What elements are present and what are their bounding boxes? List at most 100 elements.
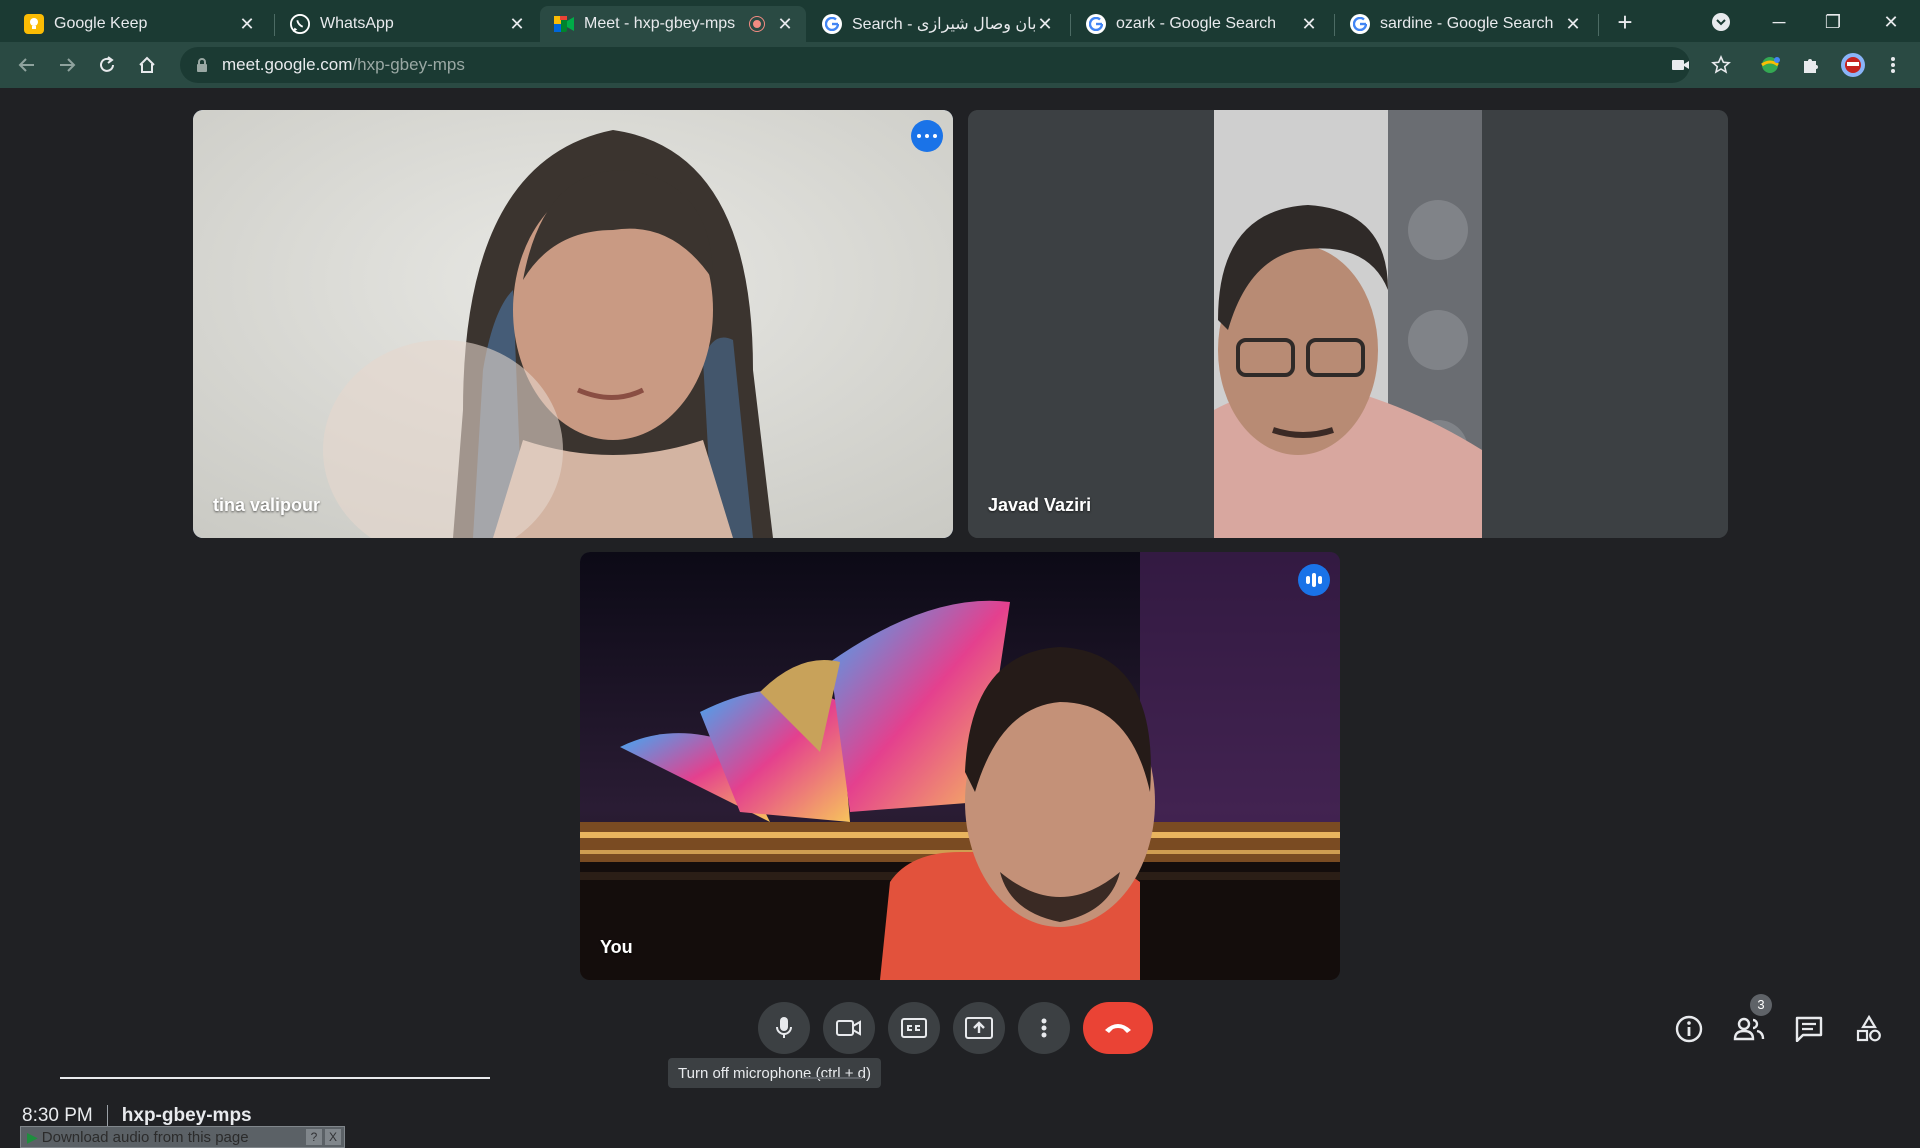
tab-search-button[interactable] (1698, 6, 1744, 38)
new-tab-button[interactable]: + (1612, 9, 1638, 36)
shapes-icon (1856, 1015, 1881, 1042)
divider (106, 1105, 108, 1127)
address-bar[interactable]: meet.google.com/hxp-gbey-mps (180, 47, 1690, 83)
meet-icon (554, 14, 574, 34)
participant-name: tina valipour (213, 495, 321, 515)
more-options-button[interactable] (1018, 1002, 1070, 1054)
tab-label: Meet - hxp-gbey-mps (584, 15, 736, 32)
tab-label: Search - خیابان وصال شیرازی (852, 16, 1036, 33)
help-button[interactable]: ? (306, 1129, 322, 1145)
vertical-dots-icon (1891, 57, 1895, 73)
back-button[interactable] (12, 50, 42, 80)
participant-tile-tina[interactable]: tina valipour (193, 110, 953, 538)
browser-menu-button[interactable] (1878, 50, 1908, 80)
tab-ozark[interactable]: ozark - Google Search ✕ (1072, 6, 1330, 42)
participant-tile-javad[interactable]: Javad Vaziri (968, 110, 1728, 538)
meet-stage: tina valipour Javad Vaziri You Turn off … (0, 88, 1920, 1148)
minimize-button[interactable]: ─ (1756, 6, 1802, 38)
dot (933, 134, 937, 138)
keep-icon (24, 14, 44, 34)
home-icon (139, 56, 155, 73)
meeting-details-button[interactable] (1672, 1012, 1706, 1046)
browser-toolbar: meet.google.com/hxp-gbey-mps (0, 42, 1920, 88)
close-tab-icon[interactable]: ✕ (1300, 15, 1318, 33)
leave-call-button[interactable] (1083, 1002, 1153, 1054)
camera-button[interactable] (823, 1002, 875, 1054)
tab-divider (274, 14, 275, 36)
activities-button[interactable] (1852, 1012, 1886, 1046)
restore-button[interactable]: ❐ (1810, 6, 1856, 38)
participant-tile-self[interactable]: You (580, 552, 1340, 980)
people-icon (1733, 1017, 1765, 1041)
close-tab-icon[interactable]: ✕ (1564, 15, 1582, 33)
close-tab-icon[interactable]: ✕ (1036, 15, 1054, 33)
progress-line (60, 1077, 490, 1079)
close-tab-icon[interactable]: ✕ (776, 15, 794, 33)
reload-icon (100, 56, 114, 72)
participant-video (968, 110, 1728, 538)
chat-icon (1795, 1016, 1823, 1042)
whatsapp-icon (290, 14, 310, 34)
globe-extension-icon (1761, 57, 1780, 73)
tab-label: WhatsApp (320, 15, 394, 32)
tab-strip: Google Keep ✕ WhatsApp ✕ Meet - hxp-gbey… (0, 0, 1920, 42)
vertical-dots-icon (1041, 1018, 1047, 1038)
microphone-button[interactable] (758, 1002, 810, 1054)
lock-icon[interactable] (196, 58, 208, 72)
close-tab-icon[interactable]: ✕ (238, 15, 256, 33)
captions-button[interactable] (888, 1002, 940, 1054)
closed-captions-icon (901, 1018, 927, 1038)
participant-video (193, 110, 953, 538)
audio-bar (1312, 573, 1316, 587)
people-button[interactable] (1732, 1012, 1766, 1046)
microphone-tooltip: Turn off microphone (ctrl + d) (668, 1058, 881, 1088)
meeting-info: 8:30 PM hxp-gbey-mps (22, 1104, 252, 1128)
download-audio-label[interactable]: Download audio from this page (42, 1129, 306, 1146)
tab-google-keep[interactable]: Google Keep ✕ (10, 6, 268, 42)
progress-marker (802, 1077, 862, 1079)
people-count-badge: 3 (1750, 994, 1772, 1016)
tab-divider (1070, 14, 1071, 36)
present-now-button[interactable] (953, 1002, 1005, 1054)
info-icon (1675, 1015, 1703, 1043)
microphone-icon (776, 1017, 792, 1038)
forward-button[interactable] (52, 50, 82, 80)
tab-whatsapp[interactable]: WhatsApp ✕ (276, 6, 538, 42)
audio-level-icon (1298, 564, 1330, 596)
tab-divider (1598, 14, 1599, 36)
audio-bar (1318, 576, 1322, 584)
close-window-button[interactable]: ✕ (1868, 6, 1914, 38)
close-tab-icon[interactable]: ✕ (508, 15, 526, 33)
reload-button[interactable] (92, 50, 122, 80)
meeting-time: 8:30 PM (22, 1105, 93, 1126)
tab-meet[interactable]: Meet - hxp-gbey-mps ✕ (540, 6, 806, 42)
video-camera-icon (836, 1020, 861, 1036)
video-camera-icon (1672, 60, 1689, 70)
avatar (1841, 53, 1865, 77)
participant-video (580, 552, 1340, 980)
chat-button[interactable] (1792, 1012, 1826, 1046)
star-icon (1711, 55, 1731, 74)
camera-in-use-button[interactable] (1666, 50, 1696, 80)
tab-label: sardine - Google Search (1380, 15, 1554, 32)
participant-name: Javad Vaziri (988, 495, 1092, 515)
url-text: meet.google.com/hxp-gbey-mps (222, 55, 465, 75)
download-audio-bar[interactable]: ▶ Download audio from this page ? X (20, 1126, 345, 1148)
profile-button[interactable] (1838, 50, 1868, 80)
present-screen-icon (965, 1017, 993, 1039)
arrow-right-icon (60, 58, 76, 72)
extension-button[interactable] (1756, 50, 1786, 80)
tab-sardine[interactable]: sardine - Google Search ✕ (1336, 6, 1594, 42)
participant-name: You (600, 937, 633, 957)
participant-options-button[interactable] (911, 120, 943, 152)
tab-search-persian[interactable]: Search - خیابان وصال شیرازی ✕ (808, 6, 1066, 42)
chevron-down-icon (1712, 13, 1730, 31)
url-host: meet.google.com (222, 55, 353, 74)
google-icon (822, 14, 842, 34)
home-button[interactable] (132, 50, 162, 80)
extensions-menu-button[interactable] (1796, 50, 1826, 80)
url-path: /hxp-gbey-mps (352, 55, 465, 74)
bookmark-button[interactable] (1706, 50, 1736, 80)
arrow-left-icon (18, 58, 34, 72)
dismiss-button[interactable]: X (325, 1129, 341, 1145)
